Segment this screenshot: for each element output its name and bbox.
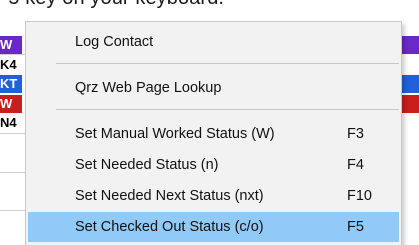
menu-item-label: Qrz Web Page Lookup (75, 80, 222, 96)
menu-item-shortcut: F3 (347, 126, 364, 142)
menu-item-log-contact[interactable]: Log Contact (28, 27, 399, 57)
callsign-text: W (0, 96, 13, 111)
menu-separator (56, 63, 399, 64)
callsign-cell[interactable]: KT (0, 75, 22, 93)
menu-item-label: Log Contact (75, 34, 154, 50)
menu-item-qrz-lookup[interactable]: Qrz Web Page Lookup (28, 73, 399, 103)
menu-item-set-checked-out-status[interactable]: Set Checked Out Status (c/o) F5 (28, 212, 399, 242)
menu-item-shortcut: F10 (347, 188, 372, 204)
callsign-text: K4 (0, 57, 17, 72)
grid-right-cell (402, 36, 419, 54)
grid-right-cell (402, 95, 419, 113)
instruction-text: F5 key on your keyboard. (0, 0, 224, 10)
menu-item-shortcut: F5 (347, 219, 364, 235)
callsign-text: KT (0, 76, 18, 91)
callsign-text: N4 (0, 115, 17, 130)
callsign-text: W (0, 37, 13, 52)
callsign-cell[interactable]: K4 (0, 56, 22, 74)
menu-item-label: Set Checked Out Status (c/o) (75, 219, 264, 235)
callsign-cell[interactable]: W (0, 36, 22, 54)
menu-item-set-needed-next-status[interactable]: Set Needed Next Status (nxt) F10 (28, 181, 399, 211)
menu-item-set-worked-status[interactable]: Set Manual Worked Status (W) F3 (28, 119, 399, 149)
context-menu: Log Contact Qrz Web Page Lookup Set Manu… (25, 21, 402, 245)
menu-item-label: Set Manual Worked Status (W) (75, 126, 275, 142)
grid-right-cell (402, 75, 419, 93)
menu-item-set-needed-status[interactable]: Set Needed Status (n) F4 (28, 150, 399, 180)
menu-item-shortcut: F4 (347, 157, 364, 173)
menu-item-label: Set Needed Status (n) (75, 157, 219, 173)
menu-item-label: Set Needed Next Status (nxt) (75, 188, 264, 204)
menu-separator (56, 109, 399, 110)
callsign-cell[interactable]: W (0, 95, 22, 113)
callsign-cell[interactable]: N4 (0, 114, 22, 132)
